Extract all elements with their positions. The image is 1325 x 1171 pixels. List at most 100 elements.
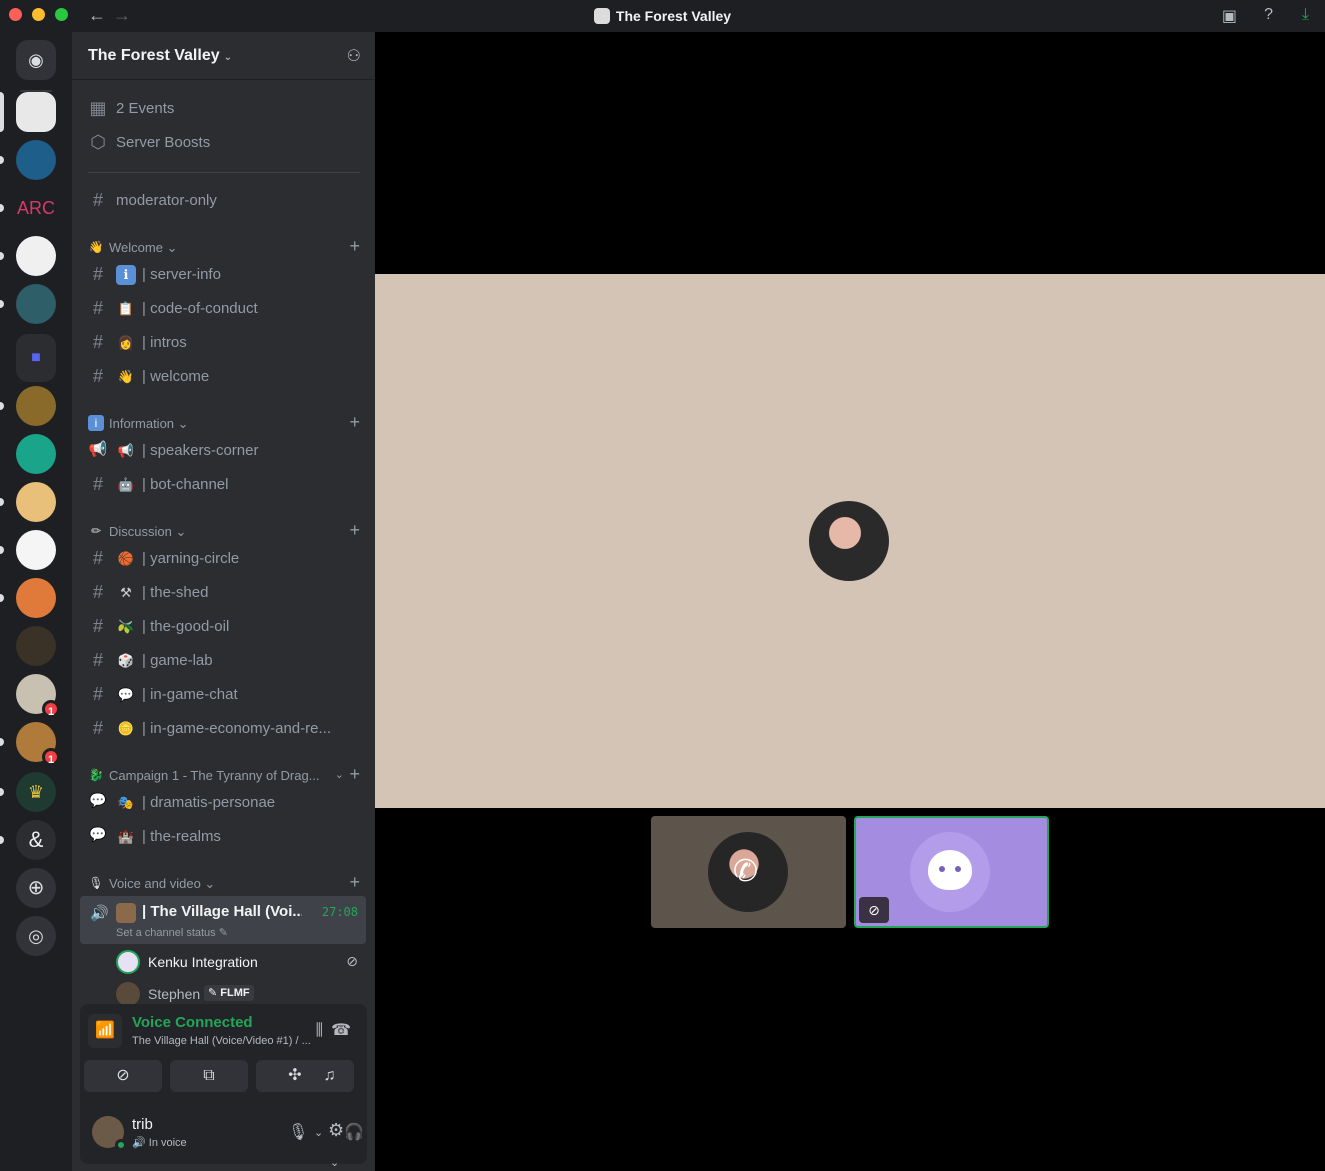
server-header[interactable]: The Forest Valley ⌄ ⚇ [72,32,375,80]
hash-icon: # [92,474,103,494]
channel-moderator-only[interactable]: # moderator-only [80,185,366,217]
category-welcome[interactable]: 👋 Welcome ⌄ + [88,236,366,257]
robot-emoji-icon: 🤖 [117,477,135,492]
channel-dramatis-personae[interactable]: 💬 🎭 | dramatis-personae [80,787,366,819]
server-boardgame-icon[interactable] [16,140,56,180]
server-rp-icon[interactable] [16,434,56,474]
create-channel-icon[interactable]: + [349,236,360,257]
channel-code-of-conduct[interactable]: # 📋 | code-of-conduct [80,293,366,325]
create-channel-icon[interactable]: + [349,412,360,433]
settings-gear-icon[interactable]: ⚙ [328,1120,344,1141]
category-campaign[interactable]: 🐉 Campaign 1 - The Tyranny of Drag... ⌄ … [88,764,366,785]
hash-icon: # [92,548,103,568]
hash-icon: # [92,684,103,704]
channel-yarning-circle[interactable]: # 🏀 | yarning-circle [80,543,366,575]
channel-the-good-oil[interactable]: # 🫒 | the-good-oil [80,611,366,643]
chevron-down-icon: ⌄ [223,52,232,63]
voice-channel-name: | The Village Hall (Voi... [142,903,302,920]
hash-icon: # [92,718,103,738]
channel-welcome[interactable]: # 👋 | welcome [80,361,366,393]
unread-dot [0,594,4,602]
active-voice-channel[interactable]: 🔊 | The Village Hall (Voi... 27:08 Set a… [80,896,366,944]
hash-icon: # [92,366,103,386]
wave-emoji-icon: 👋 [88,240,104,254]
help-icon[interactable]: ? [1264,6,1273,24]
channel-game-lab[interactable]: # 🎲 | game-lab [80,645,366,677]
participant-tile-trib[interactable]: ✆ [651,816,846,928]
channel-in-game-economy[interactable]: # 🪙 | in-game-economy-and-re... [80,713,366,745]
set-channel-status[interactable]: Set a channel status ✎ [116,926,228,939]
server-dragon-icon[interactable] [16,626,56,666]
channel-label: | yarning-circle [142,550,240,567]
headphones-icon[interactable]: 🎧 [344,1122,364,1142]
sidebar-divider [88,172,360,173]
clipboard-emoji-icon: 📋 [117,301,135,316]
phone-icon: ✆ [733,855,759,888]
online-status-icon [115,1139,127,1151]
audio-options-chevron-icon[interactable]: ⌄ [330,1156,339,1169]
channel-label: | the-shed [142,584,209,601]
create-channel-icon[interactable]: + [349,764,360,785]
chevron-down-icon: ⌄ [334,769,344,781]
disconnect-icon[interactable]: ☎ [331,1020,351,1040]
olive-emoji-icon: 🫒 [117,619,135,634]
hash-icon: # [92,582,103,602]
channel-in-game-chat[interactable]: # 💬 | in-game-chat [80,679,366,711]
invite-people-icon[interactable]: ⚇ [347,46,361,66]
server-crown-icon[interactable]: ♛ [16,772,56,812]
category-voice-and-video[interactable]: 🎙 Voice and video ⌄ + [88,872,366,893]
inbox-icon[interactable]: ▣ [1222,6,1237,26]
server-packmule-icon[interactable] [16,386,56,426]
channel-bot-channel[interactable]: # 🤖 | bot-channel [80,469,366,501]
voice-user-name: Kenku Integration [148,954,258,970]
channel-label: | game-lab [142,652,213,669]
soundboard-button[interactable]: ♫ [305,1060,354,1092]
mic-options-chevron-icon[interactable]: ⌄ [314,1126,323,1139]
voice-status-title[interactable]: Voice Connected [132,1014,253,1031]
server-crest-icon[interactable] [16,236,56,276]
channel-label-text: the-shed [150,584,209,601]
server-name[interactable]: The Forest Valley ⌄ [88,47,232,65]
server-ampersand-icon[interactable]: & [16,820,56,860]
server-fox-wrapper[interactable]: 1 [16,722,60,766]
discover-icon[interactable]: ◎ [16,916,56,956]
server-boosts-item[interactable]: ⬡ Server Boosts [80,127,366,159]
category-information[interactable]: i Information ⌄ + [88,412,366,433]
noise-suppression-icon[interactable]: ⫼ [316,1022,323,1040]
channel-label: | the-realms [142,828,221,845]
category-label: Information ⌄ [109,416,189,431]
screen-share-button[interactable]: ⧉ [170,1060,248,1092]
download-icon[interactable]: ⤓ [1302,6,1309,24]
video-toggle-button[interactable]: ⊘ [84,1060,162,1092]
direct-messages-icon[interactable]: ◉ [16,40,56,80]
channel-the-shed[interactable]: # ⚒ | the-shed [80,577,366,609]
username[interactable]: trib [132,1116,153,1133]
category-discussion[interactable]: ✏ Discussion ⌄ + [88,520,366,541]
signal-icon[interactable]: 📶 [88,1014,122,1048]
server-bard-icon[interactable] [16,578,56,618]
voice-channel-name-text: The Village Hall (Voi... [150,903,302,920]
avatar [116,982,140,1006]
channel-speakers-corner[interactable]: 📢 📢 | speakers-corner [80,435,366,467]
server-obvious-mimic-icon[interactable] [16,530,56,570]
server-arc-icon[interactable]: ARC [16,188,56,228]
create-channel-icon[interactable]: + [349,520,360,541]
server-folder-icon[interactable]: ■ [16,334,56,382]
unread-dot [0,300,4,308]
add-server-icon[interactable]: ⊕ [16,868,56,908]
events-item[interactable]: ▦ 2 Events [80,93,366,125]
server-house-icon[interactable] [16,284,56,324]
voice-user-kenku[interactable]: Kenku Integration ⊘ [116,947,366,975]
channel-server-info[interactable]: # ℹ | server-info [80,259,366,291]
server-tavern-icon[interactable] [16,482,56,522]
channel-the-realms[interactable]: 💬 🏰 | the-realms [80,821,366,853]
calendar-icon: ▦ [89,98,107,118]
channel-intros[interactable]: # 👩 | intros [80,327,366,359]
server-squirrel-wrapper[interactable]: 1 [16,674,60,718]
participant-tile-kenku[interactable]: ⊘ [854,816,1049,928]
server-forest-valley-icon[interactable] [16,92,56,132]
focused-video-tile[interactable] [375,274,1325,808]
microphone-icon[interactable]: 🎙 [288,1122,308,1142]
voice-user-stephen[interactable]: Stephen ✎ FLMF [116,979,366,1007]
create-channel-icon[interactable]: + [349,872,360,893]
